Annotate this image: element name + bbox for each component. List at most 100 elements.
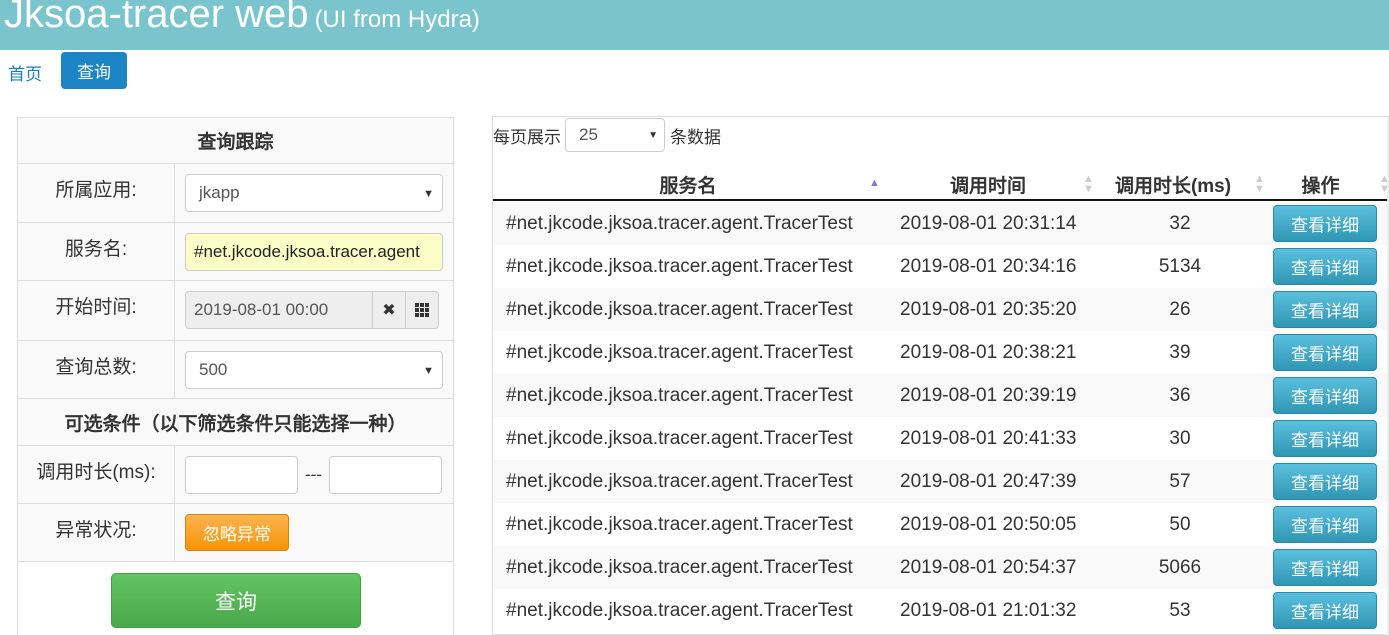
cell-service: #net.jkcode.jksoa.tracer.agent.TracerTes…	[506, 341, 853, 363]
app-select-value: jkapp	[199, 183, 240, 202]
cell-service: #net.jkcode.jksoa.tracer.agent.TracerTes…	[506, 556, 853, 578]
table-row: #net.jkcode.jksoa.tracer.agent.TracerTes…	[493, 288, 1389, 331]
view-detail-button[interactable]: 查看详细	[1273, 248, 1377, 285]
cell-service: #net.jkcode.jksoa.tracer.agent.TracerTes…	[506, 255, 853, 277]
cell-duration: 57	[1169, 470, 1191, 492]
cell-time: 2019-08-01 20:54:37	[900, 556, 1077, 578]
query-form-title: 查询跟踪	[18, 118, 453, 164]
cell-duration: 5066	[1158, 556, 1202, 578]
view-detail-button[interactable]: 查看详细	[1273, 420, 1377, 457]
service-name-input[interactable]: #net.jkcode.jksoa.tracer.agent	[185, 233, 443, 271]
app-row: 所属应用: jkapp ▼	[18, 164, 453, 223]
service-label: 服务名:	[18, 223, 175, 280]
total-row: 查询总数: 500 ▼	[18, 341, 453, 399]
cell-duration: 53	[1169, 599, 1191, 621]
column-header-duration[interactable]: 调用时长(ms)	[1093, 169, 1253, 199]
duration-min-input[interactable]	[185, 456, 298, 494]
query-form-panel: 查询跟踪 所属应用: jkapp ▼ 服务名: #net.jkcode.jkso…	[17, 117, 454, 635]
app-header: Jksoa-tracer web (UI from Hydra)	[0, 0, 1389, 50]
page-size-suffix: 条数据	[670, 127, 721, 147]
app-select[interactable]: jkapp ▼	[185, 174, 443, 212]
table-row: #net.jkcode.jksoa.tracer.agent.TracerTes…	[493, 374, 1389, 417]
total-label: 查询总数:	[18, 341, 175, 398]
cell-duration: 32	[1169, 212, 1191, 234]
start-time-input[interactable]: 2019-08-01 00:00	[185, 291, 373, 329]
column-header-time[interactable]: 调用时间	[883, 169, 1093, 199]
page-size-prefix: 每页展示	[493, 127, 561, 147]
ignore-exception-button[interactable]: 忽略异常	[185, 514, 289, 551]
app-title-text: Jksoa-tracer web	[4, 0, 309, 36]
sort-asc-icon[interactable]: ▲	[869, 178, 880, 189]
chevron-down-icon: ▼	[423, 188, 434, 200]
cell-time: 2019-08-01 20:38:21	[900, 341, 1077, 363]
cell-service: #net.jkcode.jksoa.tracer.agent.TracerTes…	[506, 298, 853, 320]
cell-time: 2019-08-01 20:39:19	[900, 384, 1077, 406]
cell-service: #net.jkcode.jksoa.tracer.agent.TracerTes…	[506, 427, 853, 449]
optional-conditions-title: 可选条件（以下筛选条件只能选择一种）	[64, 413, 407, 435]
table-row: #net.jkcode.jksoa.tracer.agent.TracerTes…	[493, 202, 1389, 245]
nav-home-link[interactable]: 首页	[8, 60, 42, 85]
page-size-control: 每页展示 25 ▼ 条数据	[493, 117, 721, 153]
optional-conditions-row: 可选条件（以下筛选条件只能选择一种）	[18, 399, 453, 446]
table-row: #net.jkcode.jksoa.tracer.agent.TracerTes…	[493, 417, 1389, 460]
chevron-down-icon: ▼	[423, 365, 434, 377]
column-header-label: 操作	[1301, 175, 1340, 197]
duration-label: 调用时长(ms):	[18, 446, 175, 503]
calendar-icon[interactable]	[406, 291, 439, 329]
cell-service: #net.jkcode.jksoa.tracer.agent.TracerTes…	[506, 384, 853, 406]
view-detail-button[interactable]: 查看详细	[1273, 506, 1377, 543]
column-header-label: 调用时长(ms)	[1114, 175, 1232, 197]
table-row: #net.jkcode.jksoa.tracer.agent.TracerTes…	[493, 245, 1389, 288]
cell-duration: 30	[1169, 427, 1191, 449]
cell-duration: 26	[1169, 298, 1191, 320]
clear-icon[interactable]: ✖	[373, 291, 406, 329]
cell-duration: 39	[1169, 341, 1191, 363]
view-detail-button[interactable]: 查看详细	[1273, 549, 1377, 586]
results-panel: 每页展示 25 ▼ 条数据 服务名 ▲ 调用时间 ▲ ▼ 调用时长(ms) ▲ ▼ …	[492, 116, 1389, 635]
view-detail-button[interactable]: 查看详细	[1273, 592, 1377, 629]
view-detail-button[interactable]: 查看详细	[1273, 205, 1377, 242]
nav-query-tab[interactable]: 查询	[61, 52, 127, 89]
table-row: #net.jkcode.jksoa.tracer.agent.TracerTes…	[493, 460, 1389, 503]
column-header-service[interactable]: 服务名	[493, 169, 883, 199]
table-header: 服务名 ▲ 调用时间 ▲ ▼ 调用时长(ms) ▲ ▼ 操作 ▲ ▼	[493, 169, 1389, 201]
cell-service: #net.jkcode.jksoa.tracer.agent.TracerTes…	[506, 470, 853, 492]
cell-service: #net.jkcode.jksoa.tracer.agent.TracerTes…	[506, 599, 853, 621]
table-row: #net.jkcode.jksoa.tracer.agent.TracerTes…	[493, 546, 1389, 589]
cell-time: 2019-08-01 20:50:05	[900, 513, 1077, 535]
table-row: #net.jkcode.jksoa.tracer.agent.TracerTes…	[493, 331, 1389, 374]
total-select-value: 500	[199, 360, 228, 379]
app-title: Jksoa-tracer web (UI from Hydra)	[4, 0, 480, 48]
app-subtitle: (UI from Hydra)	[314, 6, 480, 33]
view-detail-button[interactable]: 查看详细	[1273, 377, 1377, 414]
view-detail-button[interactable]: 查看详细	[1273, 334, 1377, 371]
chevron-down-icon: ▼	[648, 130, 658, 141]
start-time-label: 开始时间:	[18, 281, 175, 340]
cell-service: #net.jkcode.jksoa.tracer.agent.TracerTes…	[506, 212, 853, 234]
table-row: #net.jkcode.jksoa.tracer.agent.TracerTes…	[493, 589, 1389, 632]
exception-label: 异常状况:	[18, 504, 175, 561]
page-size-value: 25	[579, 125, 598, 144]
page-size-select[interactable]: 25 ▼	[565, 118, 665, 152]
cell-time: 2019-08-01 20:35:20	[900, 298, 1077, 320]
cell-duration: 36	[1169, 384, 1191, 406]
app-label: 所属应用:	[18, 164, 175, 222]
exception-row: 异常状况: 忽略异常	[18, 504, 453, 562]
cell-duration: 5134	[1158, 255, 1202, 277]
cell-service: #net.jkcode.jksoa.tracer.agent.TracerTes…	[506, 513, 853, 535]
view-detail-button[interactable]: 查看详细	[1273, 463, 1377, 500]
cell-duration: 50	[1169, 513, 1191, 535]
duration-max-input[interactable]	[329, 456, 442, 494]
query-submit-button[interactable]: 查询	[111, 573, 361, 628]
cell-time: 2019-08-01 20:41:33	[900, 427, 1077, 449]
cell-time: 2019-08-01 20:34:16	[900, 255, 1077, 277]
cell-time: 2019-08-01 21:01:32	[900, 599, 1077, 621]
cell-time: 2019-08-01 20:47:39	[900, 470, 1077, 492]
total-select[interactable]: 500 ▼	[185, 351, 443, 389]
column-header-action: 操作	[1263, 169, 1378, 199]
table-body: #net.jkcode.jksoa.tracer.agent.TracerTes…	[493, 202, 1389, 632]
duration-row: 调用时长(ms): ---	[18, 446, 453, 504]
view-detail-button[interactable]: 查看详细	[1273, 291, 1377, 328]
start-time-row: 开始时间: 2019-08-01 00:00 ✖	[18, 281, 453, 341]
column-header-label: 调用时间	[949, 175, 1026, 197]
